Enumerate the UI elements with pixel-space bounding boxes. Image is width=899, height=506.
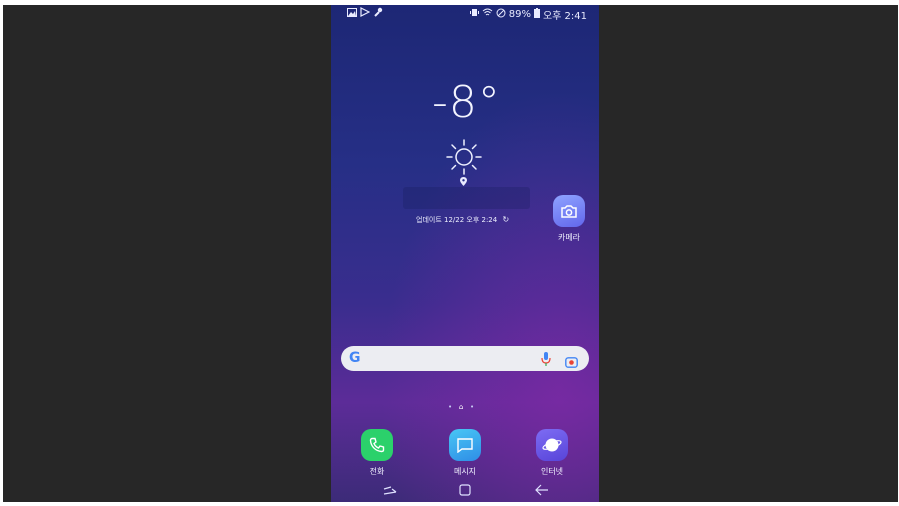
gallery-icon (347, 8, 357, 21)
battery-percent: 89% (508, 9, 531, 20)
play-store-icon (360, 7, 371, 21)
back-icon[interactable] (535, 484, 549, 500)
temperature: -8° (432, 77, 501, 128)
page-indicator: • ⌂ • (448, 403, 474, 411)
sun-icon (444, 137, 484, 181)
dock-label-phone: 전화 (369, 467, 385, 476)
dock-label-messages: 메시지 (453, 467, 477, 476)
camera-icon (553, 195, 585, 227)
dock-app-internet[interactable]: 인터넷 (528, 429, 576, 477)
google-search-bar[interactable]: G (341, 346, 589, 371)
dock-label-internet: 인터넷 (540, 467, 564, 476)
home-page-indicator-icon: ⌂ (458, 403, 464, 411)
vibrate-icon (469, 8, 479, 21)
dock-app-phone[interactable]: 전화 (353, 429, 401, 477)
recent-apps-icon[interactable] (383, 484, 397, 500)
page-dot: • (469, 403, 475, 411)
status-left-icons (347, 7, 383, 21)
internet-icon (536, 429, 568, 461)
weather-update-row: 업데이트 12/22 오후 2:24 ↻ (416, 215, 509, 225)
google-logo: G (349, 350, 361, 366)
dock-app-messages[interactable]: 메시지 (441, 429, 489, 477)
do-not-disturb-icon (496, 8, 506, 22)
update-text: 업데이트 12/22 오후 2:24 (416, 216, 498, 224)
app-label-camera: 카메라 (557, 233, 581, 242)
phone-icon (361, 429, 393, 461)
phone-screen: 89% 오후 2:41 -8° 업데이트 12/22 오후 2:24 ↻ 카메라… (331, 5, 599, 502)
navigation-bar (331, 483, 599, 502)
status-right: 89% 오후 2:41 (469, 7, 587, 22)
refresh-icon[interactable]: ↻ (502, 215, 509, 224)
app-camera[interactable]: 카메라 (545, 195, 593, 243)
page-dot: • (448, 403, 453, 411)
wrench-icon (373, 7, 383, 21)
battery-icon (533, 7, 540, 22)
google-lens-icon[interactable] (565, 353, 578, 372)
message-icon (449, 429, 481, 461)
mic-icon[interactable] (541, 351, 551, 370)
status-bar: 89% 오후 2:41 (331, 5, 599, 22)
home-icon[interactable] (459, 484, 471, 500)
weather-location-area (403, 187, 530, 209)
status-time: 오후 2:41 (542, 11, 587, 22)
wifi-icon (482, 8, 493, 21)
